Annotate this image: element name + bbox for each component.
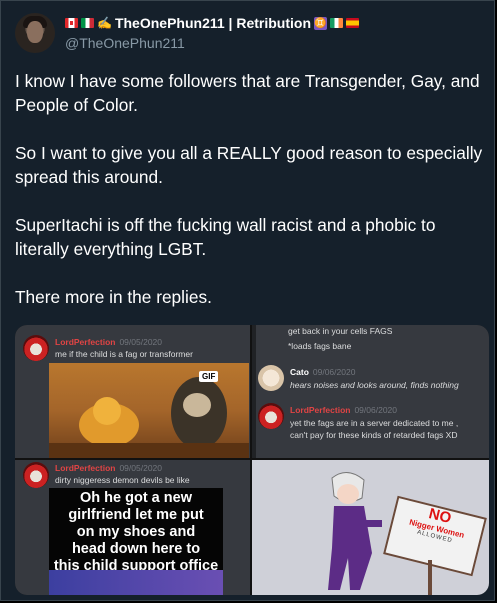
divider bbox=[252, 325, 256, 458]
italy-flag-icon bbox=[81, 18, 94, 28]
tweet-paragraph: So I want to give you all a REALLY good … bbox=[15, 143, 488, 187]
message-author: Cato 09/06/2020 bbox=[290, 367, 356, 377]
gemini-icon: ♊ bbox=[314, 16, 328, 30]
user-avatar bbox=[23, 335, 49, 361]
message-text: yet the fags are in a server dedicated t… bbox=[290, 418, 459, 428]
media-image-2[interactable]: get back in your cells FAGS *loads fags … bbox=[252, 325, 489, 458]
spain-flag-icon bbox=[346, 18, 360, 28]
meme-line: on my shoes and bbox=[76, 524, 196, 540]
user-avatar bbox=[258, 403, 284, 429]
user-avatar bbox=[23, 462, 49, 488]
gif-scene-image bbox=[49, 363, 249, 458]
meme-line: head down here to bbox=[71, 541, 201, 557]
message-author: LordPerfection 09/06/2020 bbox=[290, 405, 397, 415]
media-image-3[interactable]: LordPerfection 09/05/2020 dirty niggeress… bbox=[15, 460, 250, 595]
ireland-flag-icon bbox=[330, 18, 344, 28]
meme-caption: Oh he got a new girlfriend let me put on… bbox=[49, 488, 223, 574]
message-text: get back in your cells FAGS bbox=[288, 326, 393, 336]
author-name-row[interactable]: ✍ TheOnePhun211 | Retribution ♊ bbox=[65, 15, 360, 31]
tweet-paragraph: I know I have some followers that are Tr… bbox=[15, 71, 485, 115]
tweet-paragraph: SuperItachi is off the fucking wall raci… bbox=[15, 215, 441, 259]
message-text: can't pay for these kinds of retarded fa… bbox=[290, 430, 458, 440]
cartoon-figure-image bbox=[328, 472, 382, 590]
message-author: LordPerfection 09/05/2020 bbox=[55, 463, 162, 473]
sign-post bbox=[428, 560, 432, 595]
display-name[interactable]: TheOnePhun211 | Retribution bbox=[115, 15, 311, 31]
avatar-face bbox=[27, 21, 43, 43]
writing-hand-icon: ✍ bbox=[97, 16, 112, 30]
message-text: *loads fags bane bbox=[288, 341, 352, 351]
media-image-1[interactable]: LordPerfection 09/05/2020 me if the child… bbox=[15, 325, 250, 458]
user-handle[interactable]: @TheOnePhun211 bbox=[65, 35, 185, 51]
media-image-4[interactable]: NO Nigger Women ALLOWED bbox=[252, 460, 489, 595]
message-author: LordPerfection 09/05/2020 bbox=[55, 337, 162, 347]
user-avatar bbox=[258, 365, 284, 391]
message-text: hears noises and looks around, finds not… bbox=[290, 380, 459, 390]
meme-image bbox=[49, 570, 223, 595]
tweet-card: ✍ TheOnePhun211 | Retribution ♊ @TheOneP… bbox=[0, 0, 495, 601]
tweet-text: I know I have some followers that are Tr… bbox=[15, 69, 485, 333]
protest-sign: NO Nigger Women ALLOWED bbox=[383, 495, 487, 577]
avatar[interactable] bbox=[15, 13, 55, 53]
tweet-paragraph: There more in the replies. bbox=[15, 287, 212, 307]
meme-line: Oh he got a new bbox=[80, 490, 192, 506]
gif-badge: GIF bbox=[199, 371, 219, 382]
message-text: me if the child is a fag or transformer bbox=[55, 349, 193, 359]
meme-line: girlfriend let me put bbox=[68, 507, 204, 523]
message-text: dirty niggeress demon devils be like bbox=[55, 475, 190, 485]
canada-flag-icon bbox=[65, 18, 78, 28]
media-grid[interactable]: LordPerfection 09/05/2020 me if the child… bbox=[15, 325, 489, 595]
